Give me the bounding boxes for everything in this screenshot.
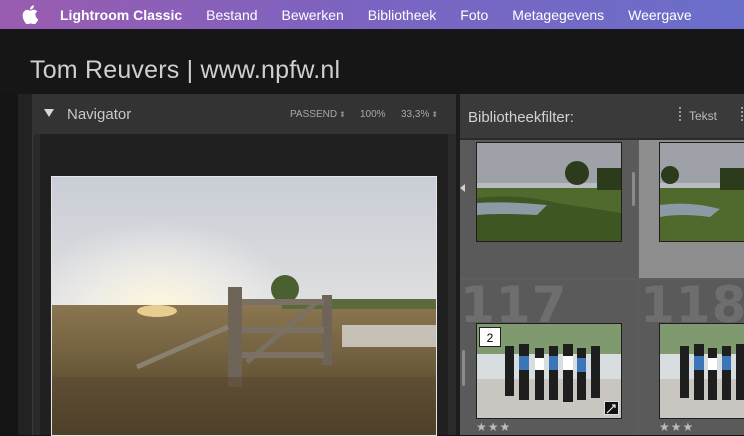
develop-adjusted-icon[interactable]	[604, 401, 619, 415]
grid-area: Bibliotheekfilter: Tekst 117 118 2 ★★★ ★…	[456, 94, 744, 435]
library-filter-label: Bibliotheekfilter:	[468, 109, 574, 126]
up-down-arrows-icon: ⬍	[431, 110, 439, 119]
menu-bar: Lightroom Classic Bestand Bewerken Bibli…	[0, 0, 744, 29]
star-rating[interactable]: ★★★	[659, 420, 694, 434]
identity-plate: Tom Reuvers | www.npfw.nl	[30, 56, 341, 84]
apple-logo-icon[interactable]	[22, 5, 40, 25]
menu-app-name[interactable]: Lightroom Classic	[60, 7, 182, 23]
left-panel: Navigator PASSEND ⬍ 100% 33,3% ⬍	[18, 94, 456, 436]
library-filter-bar: Bibliotheekfilter: Tekst	[460, 94, 744, 140]
star-rating[interactable]: ★★★	[476, 420, 511, 434]
menu-weergave[interactable]: Weergave	[628, 7, 692, 23]
zoom-100-option[interactable]: 100%	[360, 109, 386, 120]
menu-bewerken[interactable]: Bewerken	[282, 7, 344, 23]
grid-thumbnail[interactable]	[659, 323, 744, 419]
left-panel-edge[interactable]	[18, 94, 33, 435]
menu-metagegevens[interactable]: Metagegevens	[512, 7, 604, 23]
menu-bibliotheek[interactable]: Bibliotheek	[368, 7, 437, 23]
navigator-title: Navigator	[67, 106, 132, 123]
cell-scroll-indicator	[632, 172, 635, 206]
filter-text-option[interactable]: Tekst	[689, 109, 717, 123]
grid-thumbnail[interactable]	[659, 142, 744, 242]
zoom-fit-option[interactable]: PASSEND ⬍	[290, 109, 346, 120]
cell-scroll-indicator	[462, 350, 465, 386]
grid-thumbnail[interactable]	[476, 142, 622, 242]
collapse-triangle-icon[interactable]	[44, 109, 54, 117]
menu-bestand[interactable]: Bestand	[206, 7, 257, 23]
identity-plate-bar: Tom Reuvers | www.npfw.nl	[0, 29, 744, 94]
stack-count-badge[interactable]: 2	[479, 327, 501, 347]
collapse-panel-arrow-icon[interactable]	[460, 184, 465, 192]
navigator-header[interactable]: Navigator PASSEND ⬍ 100% 33,3% ⬍	[32, 94, 456, 134]
up-down-arrows-icon: ⬍	[339, 110, 346, 119]
navigator-preview-image[interactable]	[51, 176, 437, 436]
filter-divider	[679, 107, 683, 121]
menu-foto[interactable]: Foto	[460, 7, 488, 23]
zoom-33-option[interactable]: 33,3% ⬍	[401, 109, 438, 120]
